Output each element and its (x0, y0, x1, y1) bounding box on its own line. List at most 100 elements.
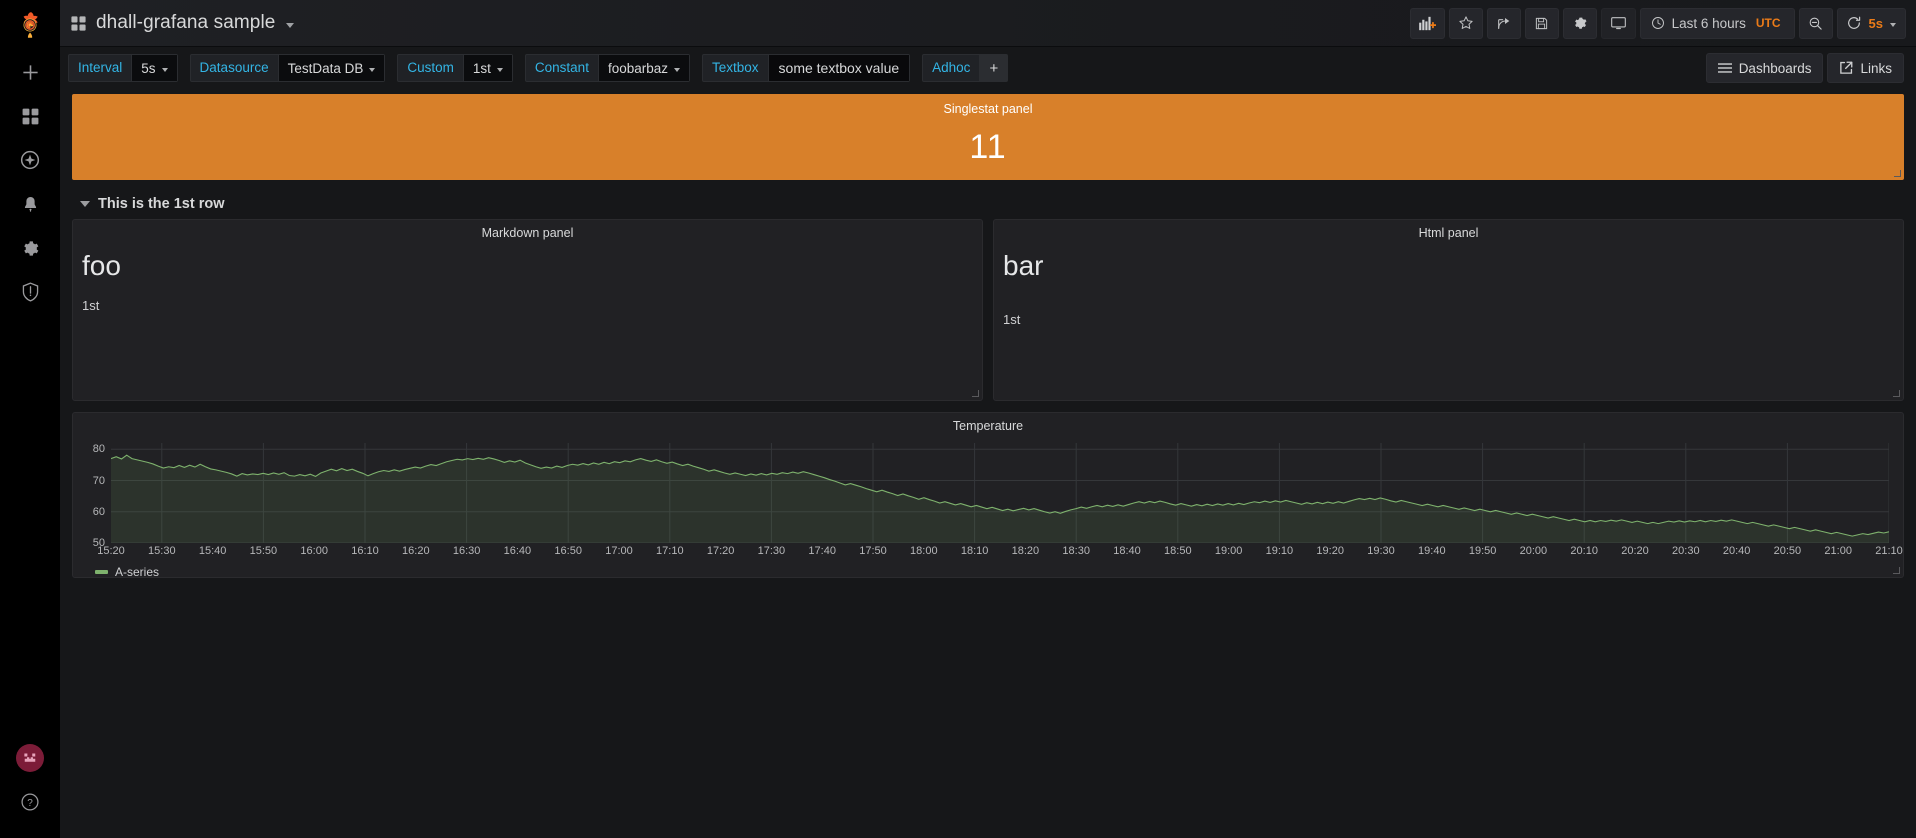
markdown-body: 1st (82, 298, 100, 314)
sidebar-item-create[interactable] (0, 50, 60, 94)
panel-resize-handle[interactable] (1892, 566, 1902, 576)
x-axis-tick-label: 16:20 (402, 545, 430, 557)
x-axis-tick-label: 20:00 (1519, 545, 1548, 557)
variable-textbox-input[interactable]: some textbox value (767, 55, 910, 81)
shield-icon (22, 282, 38, 302)
variable-label: Textbox (712, 60, 759, 75)
monitor-icon (1610, 16, 1626, 29)
time-range-label: Last 6 hours (1671, 15, 1746, 31)
page-title: dhall-grafana sample (96, 12, 276, 33)
compass-icon (20, 150, 40, 170)
x-axis-tick-label: 19:50 (1468, 545, 1497, 557)
links-button[interactable]: Links (1827, 53, 1904, 83)
x-axis-tick-label: 20:30 (1672, 545, 1700, 557)
variable-value: TestData DB (287, 60, 364, 76)
panel-html[interactable]: Html panel bar 1st (993, 219, 1904, 401)
chevron-down-icon (286, 22, 295, 28)
x-axis-tick-label: 18:50 (1164, 545, 1192, 557)
mark-favorite-button[interactable] (1448, 7, 1483, 39)
chevron-down-icon (674, 67, 680, 72)
chevron-down-icon (161, 67, 168, 72)
variable-interval: Interval 5s (68, 54, 178, 82)
y-axis-tick-label: 70 (92, 474, 105, 487)
share-dashboard-button[interactable] (1486, 7, 1521, 39)
apps-grid-icon (22, 108, 38, 124)
chevron-down-icon (80, 201, 90, 207)
x-axis-tick-label: 18:20 (1011, 545, 1040, 557)
add-adhoc-filter-button[interactable]: + (979, 55, 1008, 81)
x-axis-tick-label: 17:10 (656, 545, 684, 557)
x-axis-tick-label: 15:30 (148, 545, 176, 557)
sidebar-item-explore[interactable] (0, 138, 60, 182)
variable-datasource: Datasource TestData DB (189, 54, 386, 82)
sidebar-item-help[interactable]: ? (0, 780, 60, 824)
variable-constant-dropdown[interactable]: foobarbaz (597, 55, 689, 81)
chevron-down-icon (369, 67, 376, 72)
dashboards-link-label: Dashboards (1738, 60, 1812, 76)
variable-interval-dropdown[interactable]: 5s (131, 55, 177, 81)
svg-text:?: ? (27, 798, 33, 809)
variable-custom-dropdown[interactable]: 1st (462, 55, 512, 81)
chevron-down-icon (496, 67, 503, 72)
html-body: 1st (1003, 312, 1021, 328)
dashboards-link-button[interactable]: Dashboards (1705, 53, 1824, 83)
x-axis-tick-label: 17:40 (808, 545, 836, 557)
variable-label: Constant (534, 60, 589, 75)
x-axis-tick-label: 20:50 (1773, 545, 1802, 557)
x-axis-tick-label: 18:00 (910, 545, 938, 557)
dashboard-submenu: Interval 5s Datasource TestData DB Custo… (60, 47, 1916, 89)
toolbar: Last 6 hours UTC 5s (1409, 7, 1916, 39)
dashboard-settings-button[interactable] (1562, 7, 1597, 39)
add-panel-button[interactable] (1409, 7, 1445, 39)
legend-color-swatch[interactable] (95, 570, 108, 574)
panel-row-text: Markdown panel foo 1st Html panel bar 1s… (72, 219, 1904, 401)
panel-title: Markdown panel (481, 226, 574, 240)
x-axis-tick-label: 19:20 (1316, 545, 1344, 557)
share-icon (1497, 18, 1509, 29)
sidebar-item-configuration[interactable] (0, 226, 60, 270)
panel-temperature-graph[interactable]: Temperature 50 60 70 80 15:20 15:30 15:40 15:5… (72, 412, 1904, 579)
panel-resize-handle[interactable] (1893, 169, 1903, 179)
x-axis-tick-label: 19:40 (1418, 545, 1446, 557)
variable-label: Datasource (199, 60, 269, 75)
sidebar-item-user-profile[interactable] (0, 736, 60, 780)
zoom-out-time-button[interactable] (1798, 7, 1833, 39)
legend-label[interactable]: A-series (115, 565, 159, 579)
variable-datasource-dropdown[interactable]: TestData DB (277, 55, 385, 81)
x-axis-tick-label: 16:40 (503, 545, 532, 557)
links-label: Links (1860, 60, 1892, 76)
variable-custom: Custom 1st (397, 54, 513, 82)
panel-resize-handle[interactable] (1892, 389, 1902, 399)
panel-singlestat[interactable]: Singlestat panel 11 (72, 94, 1904, 180)
x-axis-tick-label: 20:20 (1621, 545, 1649, 557)
x-axis-tick-label: 16:30 (452, 545, 481, 557)
chevron-down-icon (1890, 22, 1896, 27)
sidebar-item-dashboards[interactable] (0, 94, 60, 138)
zoom-out-icon (1809, 17, 1822, 30)
time-range-picker[interactable]: Last 6 hours UTC (1639, 7, 1795, 39)
variable-value: 5s (141, 60, 156, 76)
panel-resize-handle[interactable] (971, 389, 981, 399)
refresh-picker[interactable]: 5s (1836, 7, 1906, 39)
singlestat-value: 11 (969, 128, 1007, 166)
x-axis-tick-label: 18:40 (1113, 545, 1141, 557)
dashboard-canvas: Singlestat panel 11 This is the 1st row … (60, 89, 1916, 838)
x-axis-tick-label: 15:20 (97, 545, 125, 557)
row-header-1st[interactable]: This is the 1st row (72, 189, 1904, 219)
panel-markdown[interactable]: Markdown panel foo 1st (72, 219, 983, 401)
sidebar-item-alerting[interactable] (0, 182, 60, 226)
x-axis-tick-label: 18:10 (960, 545, 989, 557)
dashboard-title-dropdown[interactable]: dhall-grafana sample (60, 12, 295, 34)
tv-mode-button[interactable] (1600, 7, 1636, 39)
x-axis-tick-label: 17:00 (605, 545, 633, 557)
html-heading: bar (1003, 250, 1044, 281)
save-dashboard-button[interactable] (1524, 7, 1559, 39)
submenu-links: Dashboards Links (1705, 53, 1904, 83)
plot-area[interactable] (111, 443, 1889, 543)
gear-icon (1574, 17, 1587, 29)
grafana-logo-icon[interactable] (0, 0, 60, 50)
sidebar-item-server-admin[interactable] (0, 270, 60, 314)
top-navbar: dhall-grafana sample Last 6 hours UTC 5s (60, 0, 1916, 47)
x-axis-tick-label: 16:10 (351, 545, 379, 557)
x-axis-tick-label: 16:50 (554, 545, 582, 557)
